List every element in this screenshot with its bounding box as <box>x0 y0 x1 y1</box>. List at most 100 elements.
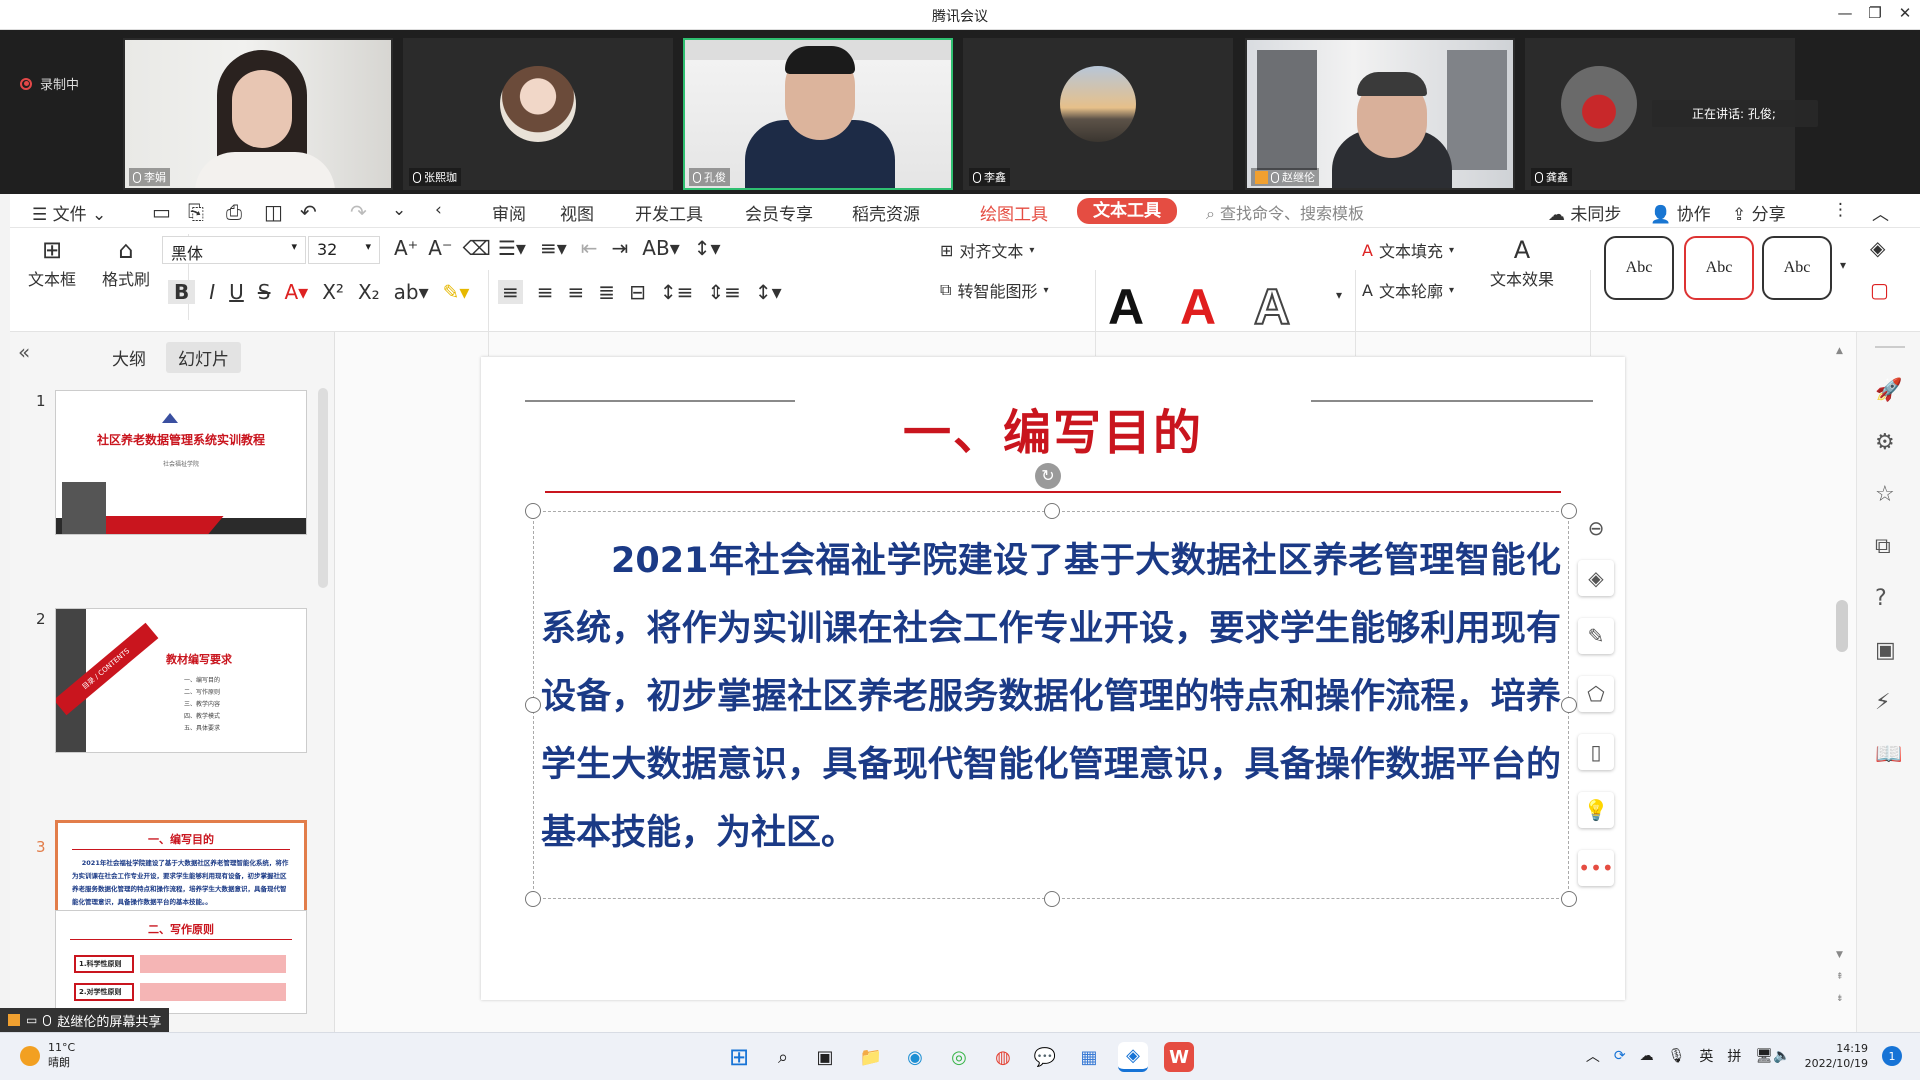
highlight-icon[interactable]: ✎▾ <box>443 280 470 304</box>
subscript-icon[interactable]: X₂ <box>358 280 380 304</box>
video-tile[interactable]: 李娟 <box>123 38 393 190</box>
more-options-icon[interactable]: ••• <box>1578 850 1614 886</box>
tab-drawing-tools[interactable]: 绘图工具 <box>980 200 1048 225</box>
print-icon[interactable]: ⎙ <box>226 200 242 224</box>
slide-scrollbar[interactable]: ▲ ▼ ⇞ ⇟ <box>1830 332 1852 1032</box>
share-button[interactable]: ⇪ 分享 <box>1732 200 1786 225</box>
next-slide-icon[interactable]: ⇟ <box>1836 994 1844 1004</box>
increase-indent-icon[interactable]: ⇥ <box>612 236 629 260</box>
restore-icon[interactable]: ❐ <box>1860 4 1890 22</box>
format-painter-button[interactable]: ⌂ 格式刷 <box>102 236 150 290</box>
clock[interactable]: 14:19 2022/10/19 <box>1805 1041 1868 1071</box>
resize-handle[interactable] <box>525 697 541 713</box>
slide-switch-icon[interactable]: ⧉ <box>1875 534 1891 559</box>
outline-icon[interactable]: ▯ <box>1578 734 1614 770</box>
menu-file[interactable]: ☰ 文件 ⌄ <box>32 200 106 225</box>
superscript-icon[interactable]: X² <box>322 280 344 304</box>
tab-slides[interactable]: 幻灯片 <box>166 342 241 373</box>
shape-style-3[interactable]: Abc <box>1762 236 1832 300</box>
underline-icon[interactable]: U <box>229 280 244 304</box>
book-icon[interactable]: 📖 <box>1875 742 1902 767</box>
undo-icon[interactable]: ↶ <box>300 200 317 224</box>
chrome-icon[interactable]: ◍ <box>988 1042 1018 1072</box>
shape-style-1[interactable]: Abc <box>1604 236 1674 300</box>
para-spacing-icon[interactable]: ⇕≡ <box>707 280 741 304</box>
shape-outline-icon[interactable]: ▢ <box>1870 278 1889 302</box>
collapse-ribbon-icon[interactable]: ︿ <box>1872 200 1889 225</box>
text-direction-icon[interactable]: AB▾ <box>642 236 679 260</box>
slide-title[interactable]: 一、编写目的 <box>481 393 1625 463</box>
tray-expand-icon[interactable]: ︿ <box>1586 1046 1600 1066</box>
align-left-icon[interactable]: ≡ <box>498 280 523 304</box>
tab-outline[interactable]: 大纲 <box>100 342 158 373</box>
spacing-icon[interactable]: ↕▾ <box>755 280 782 304</box>
scroll-thumb[interactable] <box>1836 600 1848 652</box>
shrink-font-icon[interactable]: A⁻ <box>428 236 452 260</box>
export-icon[interactable]: ⎘ <box>188 200 204 224</box>
sort-icon[interactable]: ↕▾ <box>694 236 721 260</box>
plugin-icon[interactable]: ⚡ <box>1875 690 1890 715</box>
recording-indicator[interactable]: 录制中 <box>20 74 79 93</box>
text-effect-button[interactable]: A 文本效果 <box>1490 236 1554 290</box>
wps-icon[interactable]: W <box>1164 1042 1194 1072</box>
align-right-icon[interactable]: ≡ <box>568 280 585 304</box>
scroll-up-icon[interactable]: ▲ <box>1836 346 1843 356</box>
phonetic-icon[interactable]: ab▾ <box>394 280 429 304</box>
slide-thumbnail-4-body[interactable]: 二、写作原则 1.科学性原则 2.对学性原则 <box>55 910 307 1014</box>
justify-icon[interactable]: ≣ <box>598 280 615 304</box>
minimize-icon[interactable]: — <box>1830 4 1860 22</box>
tab-text-tools[interactable]: 文本工具 <box>1077 198 1177 224</box>
video-tile[interactable]: 张熙珈 <box>403 38 673 190</box>
save-icon[interactable]: ▭ <box>152 200 171 224</box>
ime-language[interactable]: 英 <box>1699 1046 1713 1066</box>
app-icon[interactable]: ▦ <box>1074 1042 1104 1072</box>
edge-icon[interactable]: ◉ <box>900 1042 930 1072</box>
tab-docer[interactable]: 稻壳资源 <box>852 200 920 225</box>
video-tile[interactable]: 李鑫 <box>963 38 1233 190</box>
shape-styles-more-icon[interactable]: ▾ <box>1840 258 1846 272</box>
notification-badge[interactable]: 1 <box>1882 1046 1902 1066</box>
help-icon[interactable]: ? <box>1875 586 1887 611</box>
collaborate-button[interactable]: 👤 协作 <box>1650 200 1711 225</box>
fill-icon[interactable]: ⬠ <box>1578 676 1614 712</box>
shape-style-2[interactable]: Abc <box>1684 236 1754 300</box>
collapse-panel-icon[interactable]: « <box>18 340 30 364</box>
customize-icon[interactable]: ⌄ <box>392 200 406 220</box>
font-size-select[interactable]: 32 ▾ <box>308 236 380 264</box>
bullet-list-icon[interactable]: ☰▾ <box>498 236 526 260</box>
close-icon[interactable]: ✕ <box>1890 4 1920 22</box>
resize-handle[interactable] <box>1561 891 1577 907</box>
star-icon[interactable]: ☆ <box>1875 482 1895 507</box>
text-fill-button[interactable]: A 文本填充 ▾ <box>1362 238 1454 262</box>
slide-body-text[interactable]: 2021年社会福祉学院建设了基于大数据社区养老管理智能化系统，将作为实训课在社会… <box>541 527 1561 867</box>
smart-shape-button[interactable]: ⧉ 转智能图形 ▾ <box>940 278 1048 302</box>
resize-handle[interactable] <box>525 503 541 519</box>
layers-icon[interactable]: ◈ <box>1578 560 1614 596</box>
wechat-icon[interactable]: 💬 <box>1030 1042 1060 1072</box>
tab-review[interactable]: 审阅 <box>492 200 526 225</box>
scroll-left-icon[interactable]: ‹ <box>435 200 442 220</box>
panel-scrollbar[interactable] <box>318 388 328 588</box>
settings-sliders-icon[interactable]: ⚙ <box>1875 430 1895 455</box>
art-styles-more-icon[interactable]: ▾ <box>1336 288 1342 302</box>
browser-360-icon[interactable]: ◎ <box>944 1042 974 1072</box>
distribute-icon[interactable]: ⊟ <box>629 280 646 304</box>
text-style-red[interactable]: A <box>1180 278 1216 336</box>
command-search[interactable]: ⌕ 查找命令、搜索模板 <box>1206 200 1364 224</box>
decrease-indent-icon[interactable]: ⇤ <box>581 236 598 260</box>
rotate-handle-icon[interactable]: ↻ <box>1035 463 1061 489</box>
scroll-down-icon[interactable]: ▼ <box>1836 950 1843 960</box>
resize-handle[interactable] <box>1044 503 1060 519</box>
tencent-meeting-icon[interactable]: ◈ <box>1118 1042 1148 1072</box>
tab-dev-tools[interactable]: 开发工具 <box>635 200 703 225</box>
ime-mode[interactable]: 拼 <box>1727 1046 1741 1066</box>
resize-handle[interactable] <box>525 891 541 907</box>
file-explorer-icon[interactable]: 📁 <box>856 1042 886 1072</box>
resize-handle[interactable] <box>1561 697 1577 713</box>
search-icon[interactable]: ⌕ <box>768 1042 798 1072</box>
resize-handle[interactable] <box>1561 503 1577 519</box>
slide-thumbnail-1[interactable]: 社区养老数据管理系统实训教程 社会福祉学院 <box>55 390 307 535</box>
slide-thumbnail-2[interactable]: 目录 / CONTENTS 教材编写要求 一、编写目的 二、写作原则 三、教学内容四… <box>55 608 307 753</box>
task-view-icon[interactable]: ▣ <box>810 1042 840 1072</box>
image-tool-icon[interactable]: ▣ <box>1875 638 1896 663</box>
